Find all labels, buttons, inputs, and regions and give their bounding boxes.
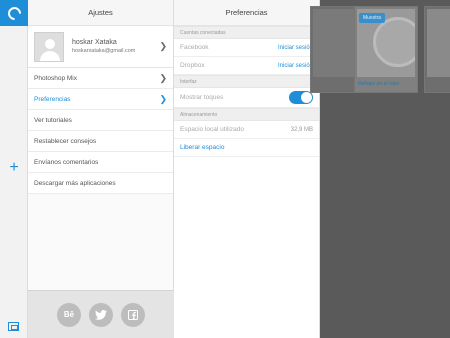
creative-cloud-logo-icon[interactable] [0,0,28,26]
settings-panel: Ajustes hoskar Xataka hoskarxataka@gmail… [28,0,174,338]
chevron-right-icon: ❯ [159,41,167,51]
menu-item-tutorials[interactable]: Ver tutoriales [28,110,173,131]
library-background: Muestra Refugio en el cielo [310,0,450,338]
menu-item-reset-tips[interactable]: Restablecer consejos [28,131,173,152]
left-rail: + [0,0,28,338]
menu-item-preferencias[interactable]: Preferencias ❯ [28,89,173,110]
thumbnail-image [427,9,450,77]
preferences-panel: Preferencias Cuentas conectadas Facebook… [174,0,320,338]
add-project-icon[interactable]: + [6,160,22,176]
facebook-icon[interactable] [121,302,145,327]
menu-item-label: Ver tutoriales [34,116,72,124]
project-thumbnail[interactable] [424,6,450,93]
dropbox-label: Dropbox [180,62,205,69]
menu-item-more-apps[interactable]: Descargar más aplicaciones [28,173,173,194]
chevron-right-icon: ❯ [159,73,167,83]
thumbnail-image: Muestra [357,9,415,77]
show-touches-label: Mostrar toques [180,94,224,101]
dropbox-account-row: Dropbox Iniciar sesión [174,57,319,75]
facebook-label: Facebook [180,44,209,51]
menu-item-label: Descargar más aplicaciones [34,179,116,187]
facebook-login-link[interactable]: Iniciar sesión [278,45,313,51]
free-space-row[interactable]: Liberar espacio [174,139,319,157]
local-space-label: Espacio local utilizado [180,126,244,133]
social-bar: Bē [28,290,174,338]
clock-image [373,17,415,67]
menu-item-label: Restablecer consejos [34,137,97,145]
menu-item-label: Envíanos comentarios [34,158,99,166]
facebook-account-row: Facebook Iniciar sesión [174,39,319,57]
grid-view-icon[interactable] [8,322,19,331]
section-interface: Interfaz [174,75,319,88]
dropbox-login-link[interactable]: Iniciar sesión [278,63,313,69]
local-space-row: Espacio local utilizado 32,9 MB [174,121,319,139]
chevron-right-icon: ❯ [159,94,167,104]
twitter-icon[interactable] [89,302,113,327]
menu-item-photoshop-mix[interactable]: Photoshop Mix ❯ [28,68,173,89]
project-thumbnail[interactable]: Muestra Refugio en el cielo [354,6,418,93]
profile-name: hoskar Xataka [72,39,117,46]
thumbnail-caption: Refugio en el cielo [358,81,400,87]
section-connected-accounts: Cuentas conectadas [174,26,319,39]
menu-item-label: Photoshop Mix [34,74,77,82]
avatar [34,31,64,62]
free-space-link[interactable]: Liberar espacio [180,144,224,151]
sample-badge: Muestra [359,13,386,23]
show-touches-row: Mostrar toques [174,88,319,108]
section-storage: Almacenamiento [174,108,319,121]
profile-email: hoskarxataka@gmail.com [72,48,136,54]
local-space-value: 32,9 MB [290,126,313,133]
preferences-title: Preferencias [174,0,319,26]
settings-title: Ajustes [28,0,173,26]
profile-row[interactable]: hoskar Xataka hoskarxataka@gmail.com ❯ [28,26,173,68]
behance-icon[interactable]: Bē [57,302,81,327]
menu-item-label: Preferencias [34,95,71,103]
menu-item-feedback[interactable]: Envíanos comentarios [28,152,173,173]
